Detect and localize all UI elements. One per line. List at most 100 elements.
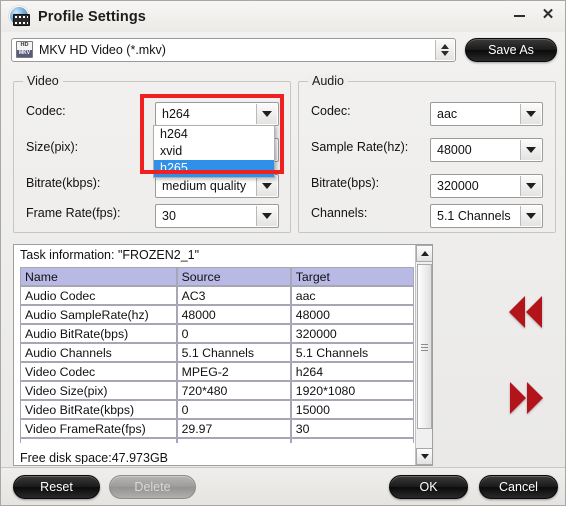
cell-target: aac <box>290 286 414 305</box>
table-row[interactable]: Audio SampleRate(hz) 48000 48000 <box>20 305 414 324</box>
column-header-name: Name <box>20 267 177 286</box>
video-codec-chevron-down-icon[interactable] <box>256 104 277 124</box>
double-arrow-left-icon <box>526 296 542 328</box>
table-row[interactable]: Video Size(pix) 720*480 1920*1080 <box>20 381 414 400</box>
dialog-footer: Reset Delete OK Cancel <box>1 467 565 505</box>
scrollbar-grip-icon <box>421 343 428 351</box>
title-bar: Profile Settings ✕ <box>1 1 565 32</box>
table-row[interactable]: File Size 10.946GB <box>20 438 414 443</box>
video-framerate-label: Frame Rate(fps): <box>26 206 121 220</box>
video-bitrate-label: Bitrate(kbps): <box>26 176 101 190</box>
cell-target: 10.946GB <box>290 438 414 443</box>
audio-codec-label: Codec: <box>311 104 351 118</box>
table-row[interactable]: Audio Channels 5.1 Channels 5.1 Channels <box>20 343 414 362</box>
cell-target: 30 <box>290 419 414 438</box>
video-codec-dropdown-list[interactable]: h264 xvid h265 <box>153 125 275 178</box>
cell-source: 0 <box>176 324 291 343</box>
audio-channels-combobox[interactable]: 5.1 Channels <box>430 204 543 228</box>
cell-source: 720*480 <box>176 381 291 400</box>
audio-bitrate-chevron-down-icon[interactable] <box>520 176 541 196</box>
profile-combobox[interactable]: HD MKV MKV HD Video (*.mkv) <box>11 37 456 62</box>
profile-selected-value: MKV HD Video (*.mkv) <box>39 42 166 57</box>
video-group-legend: Video <box>23 74 63 88</box>
video-bitrate-value: medium quality <box>162 179 247 193</box>
video-bitrate-chevron-down-icon[interactable] <box>256 176 277 196</box>
page-title: Profile Settings <box>38 8 146 25</box>
audio-channels-label: Channels: <box>311 206 368 220</box>
task-table-vertical-scrollbar[interactable] <box>415 245 432 465</box>
video-framerate-row: Frame Rate(fps): <box>26 206 154 220</box>
cell-name: Video FrameRate(fps) <box>20 419 177 438</box>
reset-button[interactable]: Reset <box>13 475 100 499</box>
cell-source: 48000 <box>176 305 291 324</box>
audio-bitrate-row: Bitrate(bps): <box>311 176 429 190</box>
mkv-hd-file-icon: HD MKV <box>16 41 33 58</box>
column-header-target: Target <box>290 267 414 286</box>
cell-name: File Size <box>20 438 177 443</box>
ok-button[interactable]: OK <box>389 475 468 499</box>
free-disk-space-label: Free disk space:47.973GB <box>20 451 168 464</box>
profile-settings-dialog: Profile Settings ✕ HD MKV MKV HD Video (… <box>0 0 566 506</box>
audio-bitrate-label: Bitrate(bps): <box>311 176 380 190</box>
audio-codec-value: aac <box>437 107 458 121</box>
cell-source: 5.1 Channels <box>176 343 291 362</box>
double-arrow-right-icon <box>527 382 543 414</box>
video-codec-label: Codec: <box>26 104 66 118</box>
cell-name: Video BitRate(kbps) <box>20 400 177 419</box>
spinner-down-icon[interactable] <box>441 50 449 56</box>
task-information-title: Task information: "FROZEN2_1" <box>20 248 200 262</box>
audio-samplerate-label: Sample Rate(hz): <box>311 140 409 154</box>
audio-bitrate-combobox[interactable]: 320000 <box>430 174 543 198</box>
save-as-button[interactable]: Save As <box>465 37 557 62</box>
video-bitrate-row: Bitrate(kbps): <box>26 176 154 190</box>
double-arrow-right-icon <box>510 382 526 414</box>
video-codec-row: Codec: <box>26 104 154 118</box>
profile-row: HD MKV MKV HD Video (*.mkv) Save As <box>1 32 565 67</box>
scroll-up-icon[interactable] <box>416 245 432 262</box>
cell-name: Video Size(pix) <box>20 381 177 400</box>
audio-samplerate-row: Sample Rate(hz): <box>311 140 429 154</box>
cancel-button[interactable]: Cancel <box>479 475 558 499</box>
codec-option-h265[interactable]: h265 <box>154 160 274 177</box>
cell-source: MPEG-2 <box>176 362 291 381</box>
cell-target: 48000 <box>290 305 414 324</box>
codec-option-h264[interactable]: h264 <box>154 126 274 143</box>
previous-task-button[interactable] <box>509 296 542 328</box>
video-codec-value: h264 <box>162 107 190 121</box>
table-row[interactable]: Video BitRate(kbps) 0 15000 <box>20 400 414 419</box>
video-framerate-combobox[interactable]: 30 <box>155 204 279 228</box>
audio-channels-chevron-down-icon[interactable] <box>520 206 541 226</box>
table-row[interactable]: Video FrameRate(fps) 29.97 30 <box>20 419 414 438</box>
codec-option-xvid[interactable]: xvid <box>154 143 274 160</box>
cell-source <box>176 438 291 443</box>
video-disc-icon <box>9 5 31 28</box>
next-task-button[interactable] <box>510 382 543 414</box>
audio-samplerate-chevron-down-icon[interactable] <box>520 140 541 160</box>
video-size-label: Size(pix): <box>26 140 79 154</box>
audio-codec-combobox[interactable]: aac <box>430 102 543 126</box>
table-row[interactable]: Audio BitRate(bps) 0 320000 <box>20 324 414 343</box>
table-row[interactable]: Video Codec MPEG-2 h264 <box>20 362 414 381</box>
audio-samplerate-combobox[interactable]: 48000 <box>430 138 543 162</box>
cell-target: 1920*1080 <box>290 381 414 400</box>
table-row[interactable]: Audio Codec AC3 aac <box>20 286 414 305</box>
audio-group-legend: Audio <box>308 74 348 88</box>
scrollbar-thumb[interactable] <box>417 264 432 429</box>
minimize-icon[interactable] <box>511 5 527 23</box>
video-codec-combobox[interactable]: h264 <box>155 102 279 126</box>
mkv-icon-ext-label: MKV <box>17 50 32 57</box>
audio-codec-row: Codec: <box>311 104 429 118</box>
video-framerate-value: 30 <box>162 209 176 223</box>
spinner-up-icon[interactable] <box>441 43 449 49</box>
audio-bitrate-value: 320000 <box>437 179 479 193</box>
video-framerate-chevron-down-icon[interactable] <box>256 206 277 226</box>
cell-target: h264 <box>290 362 414 381</box>
scroll-down-icon[interactable] <box>416 448 432 465</box>
double-arrow-left-icon <box>509 296 525 328</box>
audio-codec-chevron-down-icon[interactable] <box>520 104 541 124</box>
task-table-wrapper: Name Source Target Audio Codec AC3 aac Aud… <box>20 267 414 443</box>
audio-samplerate-value: 48000 <box>437 143 472 157</box>
cell-name: Video Codec <box>20 362 177 381</box>
close-icon[interactable]: ✕ <box>540 5 556 23</box>
profile-spinner[interactable] <box>435 39 454 60</box>
